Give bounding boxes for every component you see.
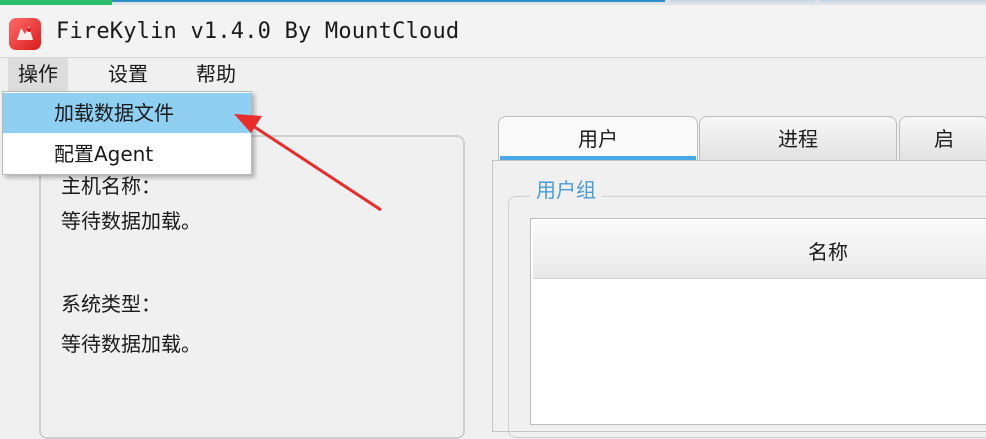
- red-arrow-annotation: [234, 114, 382, 212]
